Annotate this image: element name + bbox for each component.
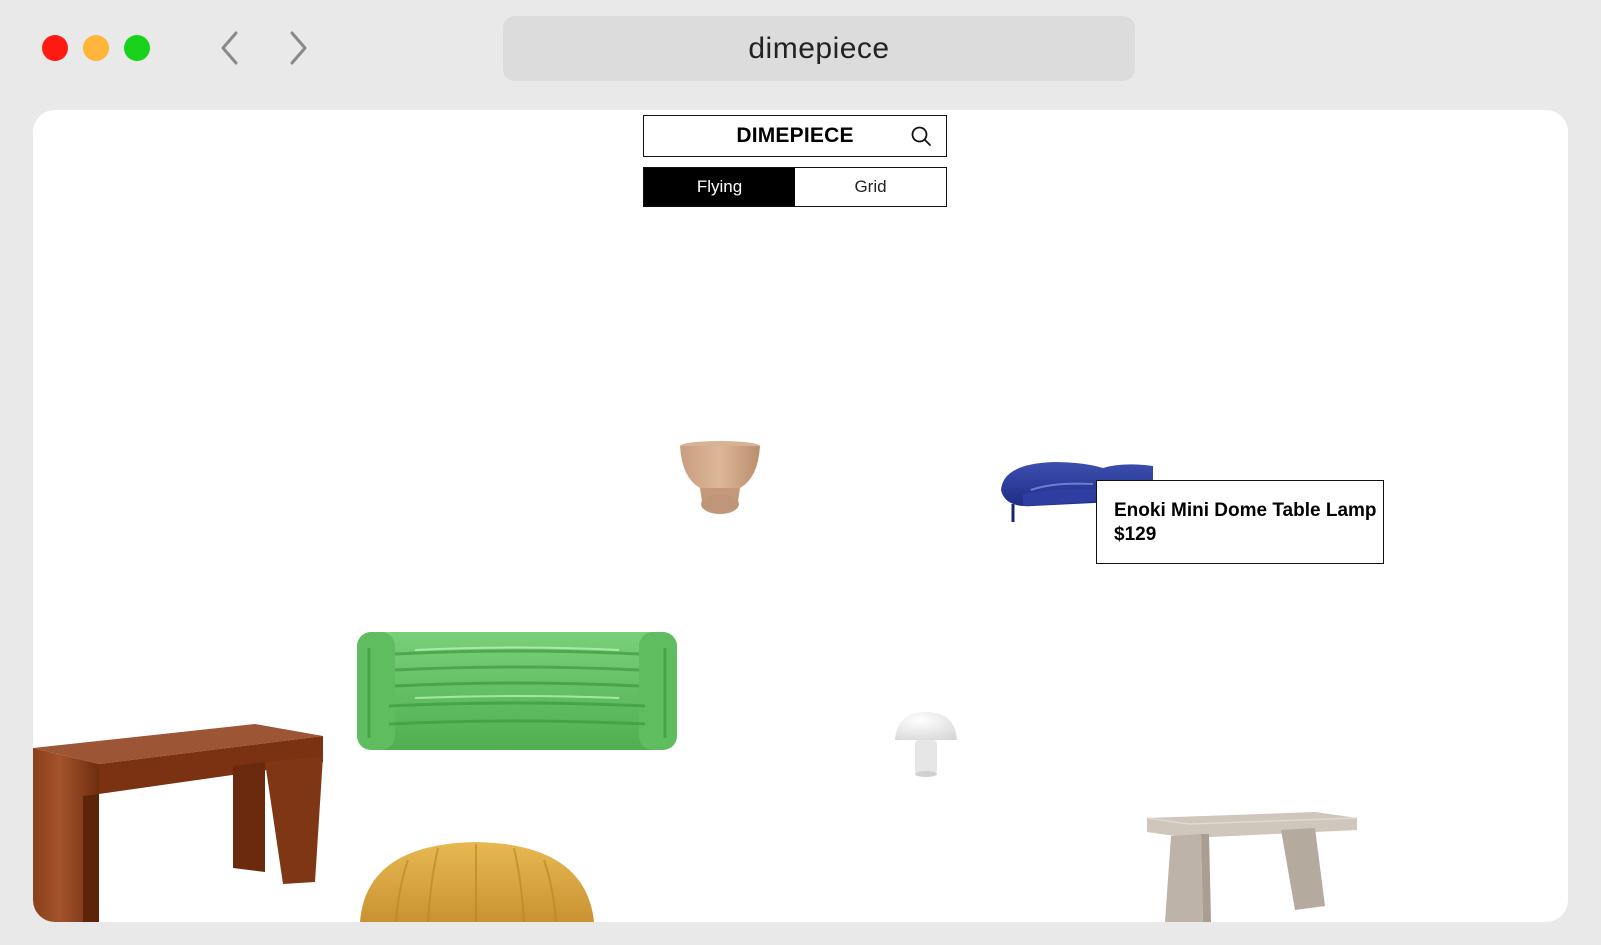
chevron-left-icon — [221, 31, 238, 65]
view-option-grid[interactable]: Grid — [795, 168, 946, 206]
product-yellow-chair[interactable] — [358, 840, 596, 922]
product-stone-bench[interactable] — [1145, 810, 1359, 922]
product-side-table[interactable] — [678, 440, 762, 518]
tooltip-product-name: Enoki Mini Dome Table Lamp — [1114, 500, 1377, 521]
brand-header: DIMEPIECE — [643, 115, 947, 157]
back-button[interactable] — [210, 28, 250, 68]
product-console-table[interactable] — [33, 722, 325, 922]
view-toggle: Flying Grid — [643, 167, 947, 207]
browser-window: dimepiece DIMEPIECE Flying Grid Enoki Mi… — [0, 0, 1601, 945]
minimize-window-button[interactable] — [83, 35, 109, 61]
search-icon[interactable] — [910, 125, 932, 147]
address-bar[interactable]: dimepiece — [503, 16, 1135, 81]
page-viewport: DIMEPIECE Flying Grid Enoki Mini Dome Ta… — [33, 110, 1568, 922]
forward-button[interactable] — [278, 28, 318, 68]
view-option-flying[interactable]: Flying — [644, 168, 795, 206]
chevron-right-icon — [290, 31, 307, 65]
close-window-button[interactable] — [42, 35, 68, 61]
brand-logo[interactable]: DIMEPIECE — [644, 116, 946, 156]
product-mushroom-lamp[interactable] — [893, 710, 959, 780]
product-green-sofa[interactable] — [355, 628, 679, 752]
tooltip-product-price: $129 — [1114, 524, 1157, 545]
product-tooltip: Enoki Mini Dome Table Lamp $129 — [1096, 480, 1384, 564]
maximize-window-button[interactable] — [124, 35, 150, 61]
address-text: dimepiece — [748, 31, 890, 65]
